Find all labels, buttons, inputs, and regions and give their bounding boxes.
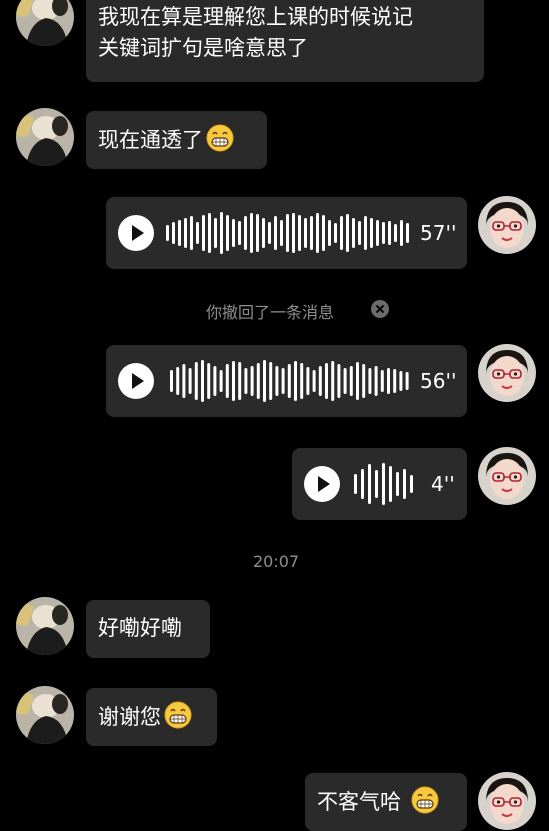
incoming-message-bubble[interactable]: 我现在算是理解您上课的时候说记 关键词扩句是啥意思了 <box>86 0 484 82</box>
close-icon[interactable] <box>371 300 389 318</box>
play-icon[interactable] <box>118 215 154 251</box>
recall-notice: 你撤回了一条消息 <box>206 303 335 322</box>
message-text: 现在通透了 <box>98 128 203 152</box>
grinning-face-emoji <box>411 786 439 814</box>
grinning-face-emoji <box>206 124 234 152</box>
contact-avatar-image <box>16 686 74 744</box>
timestamp: 20:07 <box>253 552 300 571</box>
outgoing-voice-message[interactable]: 4'' <box>292 448 467 520</box>
voice-waveform <box>354 463 413 505</box>
outgoing-message-bubble[interactable]: 不客气哈 <box>305 773 467 831</box>
contact-avatar-image <box>16 108 74 166</box>
outgoing-voice-message[interactable]: 56'' <box>106 345 467 417</box>
message-text-line: 我现在算是理解您上课的时候说记 <box>98 5 413 29</box>
contact-avatar[interactable] <box>16 0 74 46</box>
grinning-face-emoji <box>164 701 192 729</box>
my-avatar[interactable] <box>478 344 536 402</box>
incoming-message-bubble[interactable]: 好嘞好嘞 <box>86 600 210 658</box>
voice-duration: 57'' <box>420 221 457 245</box>
voice-duration: 56'' <box>420 369 457 393</box>
contact-avatar[interactable] <box>16 686 74 744</box>
voice-waveform <box>166 212 409 254</box>
message-text-line: 关键词扩句是啥意思了 <box>98 36 308 60</box>
voice-waveform <box>170 360 409 402</box>
play-icon[interactable] <box>304 466 340 502</box>
my-avatar-image <box>478 196 536 254</box>
voice-duration: 4'' <box>431 472 455 496</box>
incoming-message-bubble[interactable]: 谢谢您 <box>86 688 217 746</box>
message-text: 不客气哈 <box>317 790 401 814</box>
contact-avatar-image <box>16 0 74 46</box>
incoming-message-bubble[interactable]: 现在通透了 <box>86 111 267 169</box>
my-avatar[interactable] <box>478 772 536 830</box>
my-avatar[interactable] <box>478 196 536 254</box>
my-avatar-image <box>478 344 536 402</box>
contact-avatar[interactable] <box>16 597 74 655</box>
my-avatar-image <box>478 447 536 505</box>
message-text: 谢谢您 <box>98 705 161 729</box>
my-avatar[interactable] <box>478 447 536 505</box>
message-text: 好嘞好嘞 <box>98 616 182 640</box>
play-icon[interactable] <box>118 363 154 399</box>
contact-avatar-image <box>16 597 74 655</box>
contact-avatar[interactable] <box>16 108 74 166</box>
outgoing-voice-message[interactable]: 57'' <box>106 197 467 269</box>
my-avatar-image <box>478 772 536 830</box>
